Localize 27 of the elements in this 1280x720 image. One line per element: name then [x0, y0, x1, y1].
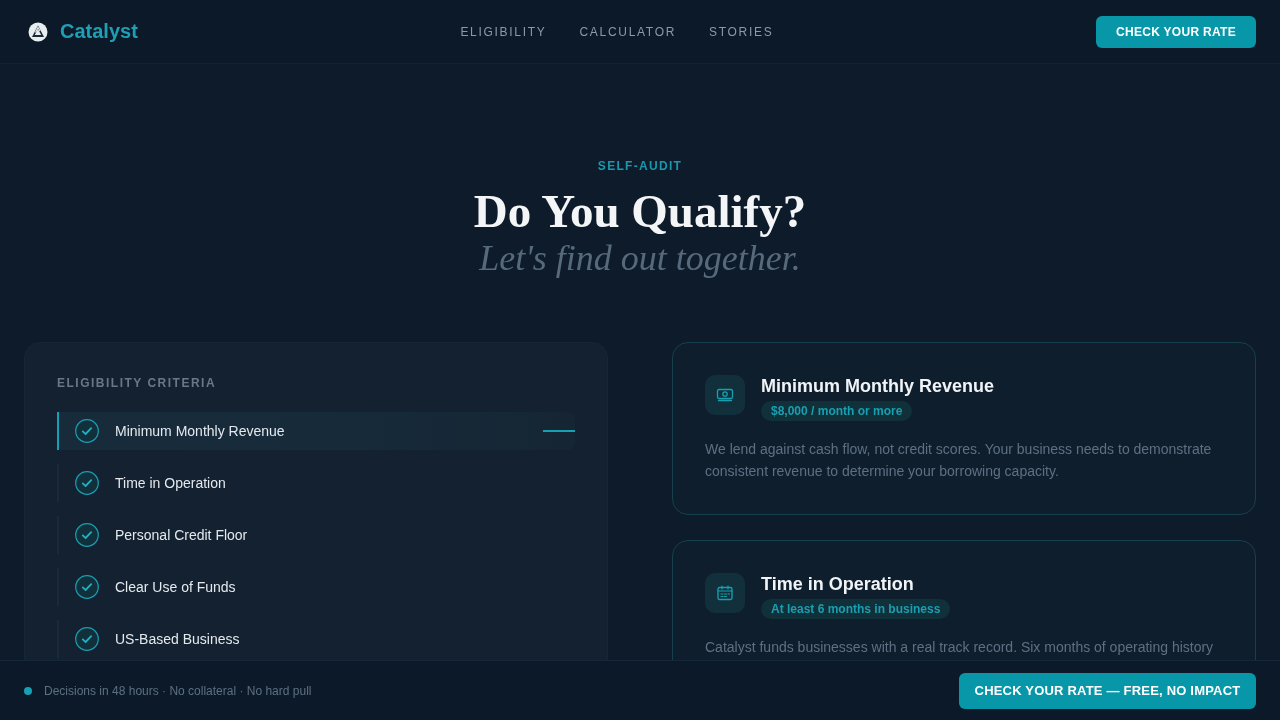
card-description: Catalyst funds businesses with a real track record. Six months of operating history [705, 638, 1215, 657]
banknote-icon [705, 375, 745, 415]
nav-link[interactable]: STORIES [709, 24, 774, 39]
card-description: We lend against cash flow, not credit scores. Your business needs to demonstrate consistent revenue to determine your borrowing capacity. [705, 440, 1213, 481]
requirement-tag: At least 6 months in business [761, 599, 951, 619]
nav-link[interactable]: CALCULATOR [579, 24, 677, 39]
criteria-item[interactable]: Minimum Monthly Revenue [57, 412, 575, 450]
nav-link[interactable]: ELIGIBILITY [460, 24, 547, 39]
criteria-item[interactable]: Time in Operation [57, 464, 575, 502]
check-rate-free-button[interactable]: CHECK YOUR RATE — FREE, NO IMPACT [959, 672, 1256, 709]
status-text: Decisions in 48 hours · No collateral · No hard pull [44, 683, 312, 698]
brand-name[interactable]: Catalyst [60, 20, 138, 43]
page-subtitle: Let's find out together. [478, 238, 802, 278]
criteria-item[interactable]: Clear Use of Funds [57, 568, 575, 606]
card-title: Time in Operation [761, 573, 914, 595]
criteria-heading: ELIGIBILITY CRITERIA [57, 376, 218, 390]
criteria-item[interactable]: US-Based Business [57, 620, 575, 658]
criteria-item[interactable]: Personal Credit Floor [57, 516, 575, 554]
card-title: Minimum Monthly Revenue [761, 375, 994, 397]
calendar-icon [705, 573, 745, 613]
check-rate-button[interactable]: CHECK YOUR RATE [1096, 15, 1256, 48]
page-title: Do You Qualify? [472, 185, 808, 237]
status-dot-icon [24, 686, 32, 695]
dash-icon [543, 430, 575, 432]
logo-icon[interactable] [28, 21, 48, 42]
section-eyebrow: SELF-AUDIT [596, 159, 684, 173]
requirement-tag: $8,000 / month or more [761, 401, 913, 421]
